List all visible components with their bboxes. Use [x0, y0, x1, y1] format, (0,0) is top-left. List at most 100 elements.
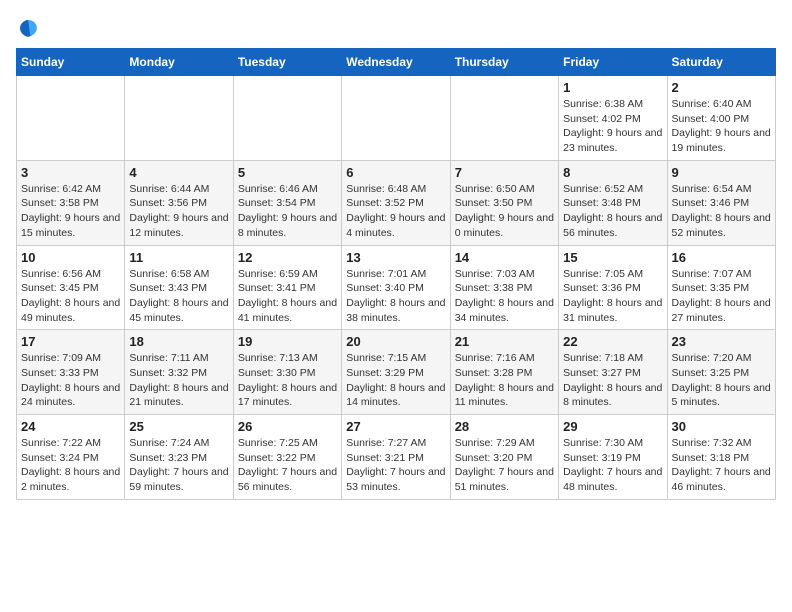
day-cell-27: 27Sunrise: 7:27 AM Sunset: 3:21 PM Dayli…	[342, 415, 450, 500]
day-detail: Sunrise: 6:38 AM Sunset: 4:02 PM Dayligh…	[563, 97, 662, 156]
day-number: 2	[672, 80, 771, 95]
day-detail: Sunrise: 7:05 AM Sunset: 3:36 PM Dayligh…	[563, 267, 662, 326]
day-detail: Sunrise: 6:58 AM Sunset: 3:43 PM Dayligh…	[129, 267, 228, 326]
day-detail: Sunrise: 7:07 AM Sunset: 3:35 PM Dayligh…	[672, 267, 771, 326]
week-row-0: 1 Sunrise: 6:38 AM Sunset: 4:02 PM Daylig…	[17, 76, 776, 161]
day-cell-4: 4 Sunrise: 6:44 AM Sunset: 3:56 PM Daylig…	[125, 160, 233, 245]
day-detail: Sunrise: 7:13 AM Sunset: 3:30 PM Dayligh…	[238, 351, 337, 410]
day-detail: Sunrise: 7:22 AM Sunset: 3:24 PM Dayligh…	[21, 436, 120, 495]
day-number: 4	[129, 165, 228, 180]
day-cell-13: 13 Sunrise: 7:01 AM Sunset: 3:40 PM Dayli…	[342, 245, 450, 330]
day-cell-14: 14Sunrise: 7:03 AM Sunset: 3:38 PM Dayli…	[450, 245, 558, 330]
day-cell-9: 9 Sunrise: 6:54 AM Sunset: 3:46 PM Daylig…	[667, 160, 775, 245]
weekday-header-row: SundayMondayTuesdayWednesdayThursdayFrid…	[17, 49, 776, 76]
day-cell-30: 30 Sunrise: 7:32 AM Sunset: 3:18 PM Dayli…	[667, 415, 775, 500]
week-row-2: 10 Sunrise: 6:56 AM Sunset: 3:45 PM Dayli…	[17, 245, 776, 330]
empty-cell	[342, 76, 450, 161]
day-cell-28: 28 Sunrise: 7:29 AM Sunset: 3:20 PM Dayli…	[450, 415, 558, 500]
day-detail: Sunrise: 7:03 AM Sunset: 3:38 PM Dayligh…	[455, 267, 554, 326]
day-cell-5: 5Sunrise: 6:46 AM Sunset: 3:54 PM Daylig…	[233, 160, 341, 245]
day-number: 1	[563, 80, 662, 95]
day-cell-20: 20 Sunrise: 7:15 AM Sunset: 3:29 PM Dayli…	[342, 330, 450, 415]
day-number: 9	[672, 165, 771, 180]
day-detail: Sunrise: 6:40 AM Sunset: 4:00 PM Dayligh…	[672, 97, 771, 156]
day-cell-26: 26Sunrise: 7:25 AM Sunset: 3:22 PM Dayli…	[233, 415, 341, 500]
day-number: 8	[563, 165, 662, 180]
empty-cell	[233, 76, 341, 161]
day-number: 3	[21, 165, 120, 180]
day-detail: Sunrise: 6:59 AM Sunset: 3:41 PM Dayligh…	[238, 267, 337, 326]
day-number: 16	[672, 250, 771, 265]
day-cell-2: 2 Sunrise: 6:40 AM Sunset: 4:00 PM Daylig…	[667, 76, 775, 161]
day-cell-24: 24 Sunrise: 7:22 AM Sunset: 3:24 PM Dayli…	[17, 415, 125, 500]
weekday-header-thursday: Thursday	[450, 49, 558, 76]
day-number: 21	[455, 334, 554, 349]
logo-icon	[16, 16, 40, 40]
empty-cell	[450, 76, 558, 161]
day-number: 30	[672, 419, 771, 434]
day-number: 18	[129, 334, 228, 349]
day-cell-3: 3 Sunrise: 6:42 AM Sunset: 3:58 PM Daylig…	[17, 160, 125, 245]
day-number: 28	[455, 419, 554, 434]
weekday-header-saturday: Saturday	[667, 49, 775, 76]
day-number: 13	[346, 250, 445, 265]
day-cell-8: 8 Sunrise: 6:52 AM Sunset: 3:48 PM Daylig…	[559, 160, 667, 245]
day-number: 27	[346, 419, 445, 434]
day-detail: Sunrise: 7:11 AM Sunset: 3:32 PM Dayligh…	[129, 351, 228, 410]
page-header	[16, 16, 776, 40]
day-detail: Sunrise: 6:52 AM Sunset: 3:48 PM Dayligh…	[563, 182, 662, 241]
day-cell-12: 12 Sunrise: 6:59 AM Sunset: 3:41 PM Dayli…	[233, 245, 341, 330]
weekday-header-monday: Monday	[125, 49, 233, 76]
day-cell-1: 1 Sunrise: 6:38 AM Sunset: 4:02 PM Daylig…	[559, 76, 667, 161]
day-detail: Sunrise: 7:24 AM Sunset: 3:23 PM Dayligh…	[129, 436, 228, 495]
day-number: 6	[346, 165, 445, 180]
weekday-header-sunday: Sunday	[17, 49, 125, 76]
day-detail: Sunrise: 6:54 AM Sunset: 3:46 PM Dayligh…	[672, 182, 771, 241]
day-cell-15: 15 Sunrise: 7:05 AM Sunset: 3:36 PM Dayli…	[559, 245, 667, 330]
day-number: 25	[129, 419, 228, 434]
weekday-header-tuesday: Tuesday	[233, 49, 341, 76]
day-detail: Sunrise: 6:50 AM Sunset: 3:50 PM Dayligh…	[455, 182, 554, 241]
day-cell-25: 25 Sunrise: 7:24 AM Sunset: 3:23 PM Dayli…	[125, 415, 233, 500]
weekday-header-friday: Friday	[559, 49, 667, 76]
day-detail: Sunrise: 6:56 AM Sunset: 3:45 PM Dayligh…	[21, 267, 120, 326]
day-number: 19	[238, 334, 337, 349]
day-detail: Sunrise: 7:30 AM Sunset: 3:19 PM Dayligh…	[563, 436, 662, 495]
day-detail: Sunrise: 6:42 AM Sunset: 3:58 PM Dayligh…	[21, 182, 120, 241]
day-detail: Sunrise: 6:48 AM Sunset: 3:52 PM Dayligh…	[346, 182, 445, 241]
day-cell-22: 22Sunrise: 7:18 AM Sunset: 3:27 PM Dayli…	[559, 330, 667, 415]
week-row-1: 3 Sunrise: 6:42 AM Sunset: 3:58 PM Daylig…	[17, 160, 776, 245]
day-detail: Sunrise: 7:16 AM Sunset: 3:28 PM Dayligh…	[455, 351, 554, 410]
day-number: 7	[455, 165, 554, 180]
day-detail: Sunrise: 6:44 AM Sunset: 3:56 PM Dayligh…	[129, 182, 228, 241]
day-detail: Sunrise: 7:32 AM Sunset: 3:18 PM Dayligh…	[672, 436, 771, 495]
day-number: 17	[21, 334, 120, 349]
day-cell-11: 11 Sunrise: 6:58 AM Sunset: 3:43 PM Dayli…	[125, 245, 233, 330]
day-cell-6: 6 Sunrise: 6:48 AM Sunset: 3:52 PM Daylig…	[342, 160, 450, 245]
day-number: 29	[563, 419, 662, 434]
calendar-table: SundayMondayTuesdayWednesdayThursdayFrid…	[16, 48, 776, 500]
day-cell-29: 29 Sunrise: 7:30 AM Sunset: 3:19 PM Dayli…	[559, 415, 667, 500]
day-number: 15	[563, 250, 662, 265]
day-number: 11	[129, 250, 228, 265]
week-row-4: 24 Sunrise: 7:22 AM Sunset: 3:24 PM Dayli…	[17, 415, 776, 500]
day-cell-21: 21 Sunrise: 7:16 AM Sunset: 3:28 PM Dayli…	[450, 330, 558, 415]
day-detail: Sunrise: 7:29 AM Sunset: 3:20 PM Dayligh…	[455, 436, 554, 495]
day-number: 23	[672, 334, 771, 349]
day-cell-10: 10 Sunrise: 6:56 AM Sunset: 3:45 PM Dayli…	[17, 245, 125, 330]
day-detail: Sunrise: 7:01 AM Sunset: 3:40 PM Dayligh…	[346, 267, 445, 326]
day-cell-17: 17 Sunrise: 7:09 AM Sunset: 3:33 PM Dayli…	[17, 330, 125, 415]
day-detail: Sunrise: 7:20 AM Sunset: 3:25 PM Dayligh…	[672, 351, 771, 410]
day-number: 5	[238, 165, 337, 180]
day-detail: Sunrise: 7:18 AM Sunset: 3:27 PM Dayligh…	[563, 351, 662, 410]
day-detail: Sunrise: 7:09 AM Sunset: 3:33 PM Dayligh…	[21, 351, 120, 410]
week-row-3: 17 Sunrise: 7:09 AM Sunset: 3:33 PM Dayli…	[17, 330, 776, 415]
day-cell-7: 7 Sunrise: 6:50 AM Sunset: 3:50 PM Daylig…	[450, 160, 558, 245]
day-number: 20	[346, 334, 445, 349]
day-number: 10	[21, 250, 120, 265]
day-number: 24	[21, 419, 120, 434]
day-number: 26	[238, 419, 337, 434]
day-cell-16: 16 Sunrise: 7:07 AM Sunset: 3:35 PM Dayli…	[667, 245, 775, 330]
day-detail: Sunrise: 7:15 AM Sunset: 3:29 PM Dayligh…	[346, 351, 445, 410]
day-number: 12	[238, 250, 337, 265]
